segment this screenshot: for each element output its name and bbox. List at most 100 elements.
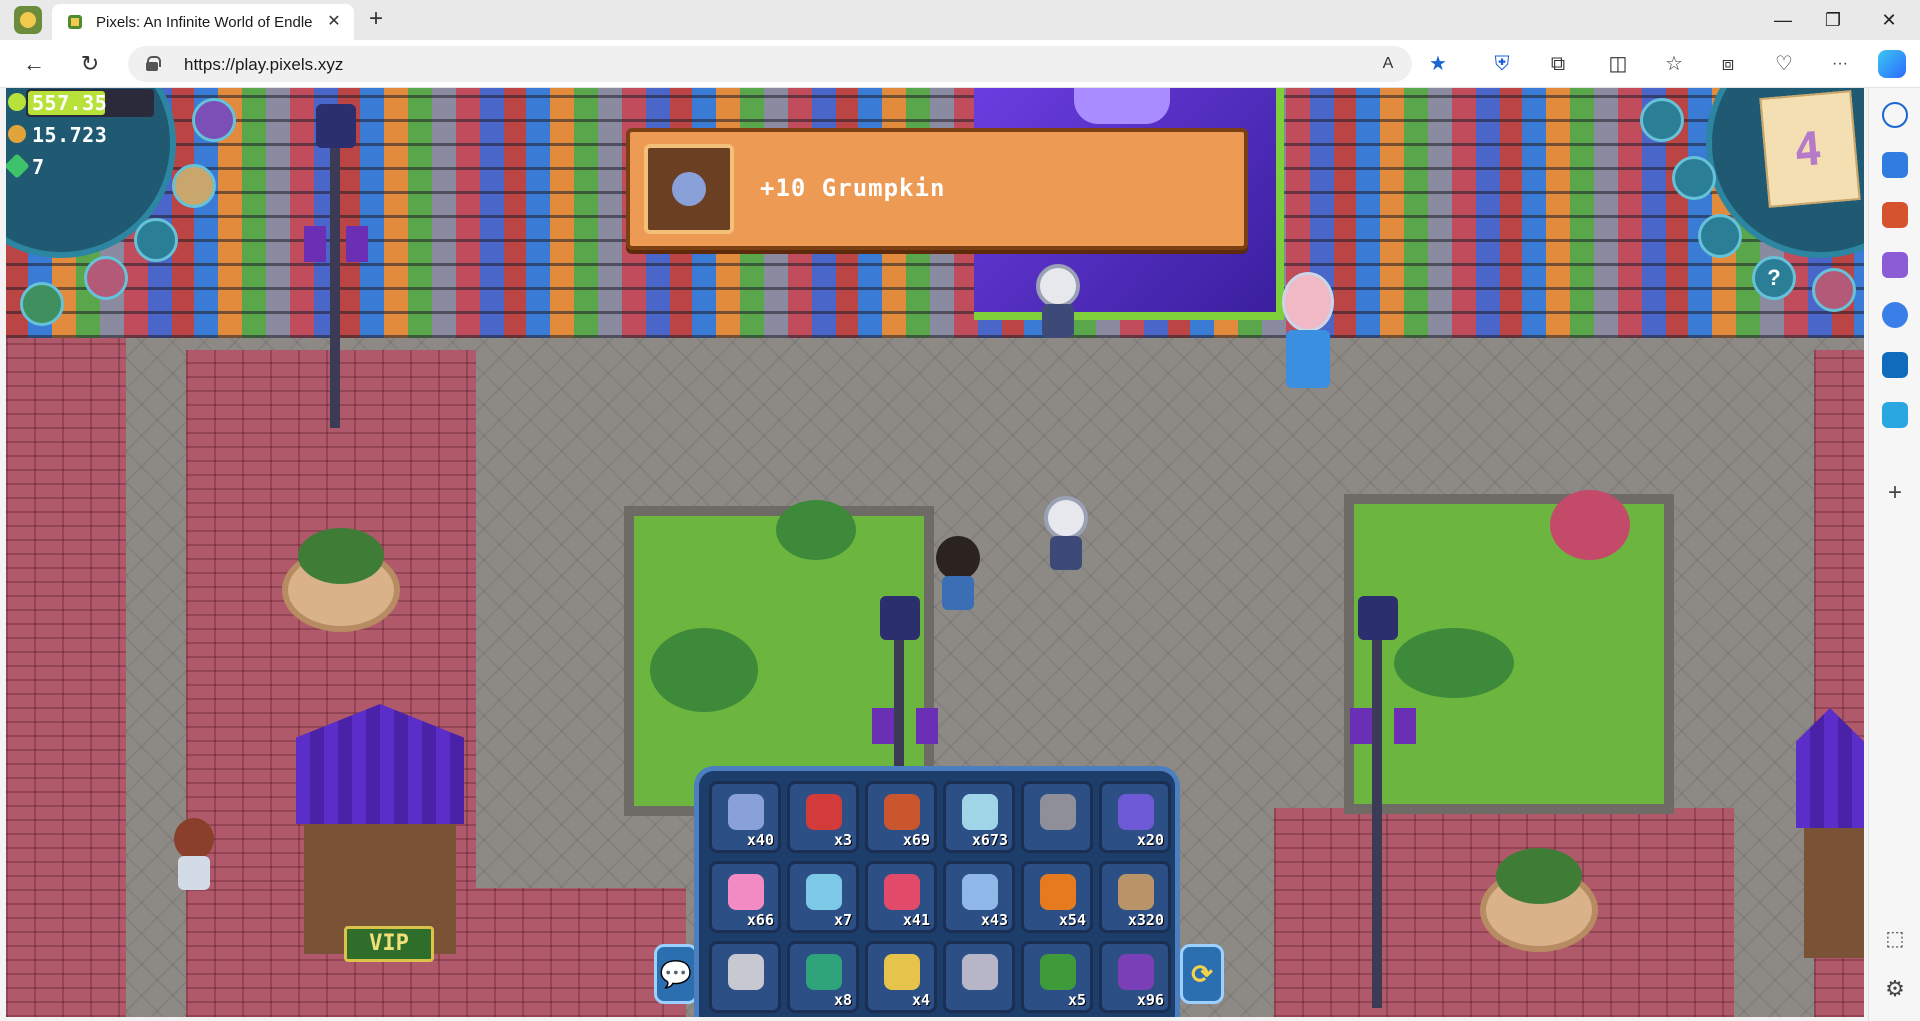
vip-sign[interactable]: VIP bbox=[344, 926, 434, 962]
read-aloud-icon[interactable]: A bbox=[1374, 50, 1402, 78]
pixels-favicon-icon bbox=[68, 15, 82, 29]
url-text[interactable]: https://play.pixels.xyz bbox=[184, 55, 343, 75]
outlook-icon[interactable] bbox=[1882, 352, 1908, 378]
more-icon[interactable]: ··· bbox=[1826, 50, 1854, 78]
item-count: x7 bbox=[833, 911, 852, 929]
energy-counter: 557.35 bbox=[6, 88, 156, 118]
send-icon[interactable] bbox=[1882, 402, 1908, 428]
flower-bush bbox=[1550, 490, 1630, 560]
inventory-slot-axe[interactable] bbox=[1021, 781, 1093, 853]
quest-board[interactable]: 4 bbox=[1759, 90, 1861, 208]
coin-icon bbox=[8, 125, 26, 143]
browser-essentials-icon[interactable]: ♡ bbox=[1770, 50, 1798, 78]
extensions-icon[interactable]: ⧉ bbox=[1544, 50, 1572, 78]
reward-text: +10 Grumpkin bbox=[760, 174, 946, 202]
inventory-slot-clover[interactable]: x5 bbox=[1021, 941, 1093, 1013]
game-canvas[interactable]: VIP 557.35 15.723 7 ? 4 +10 Grumpkin 💬 x… bbox=[6, 88, 1864, 1017]
star-button[interactable] bbox=[172, 164, 216, 208]
inventory-slot-cheese-sprout[interactable]: x4 bbox=[865, 941, 937, 1013]
banner bbox=[346, 226, 368, 262]
screenshot-icon[interactable]: ⬚ bbox=[1882, 926, 1908, 952]
settings-gear-button[interactable] bbox=[1672, 156, 1716, 200]
character-body bbox=[1050, 536, 1082, 570]
inventory-slot-blue-cotton-candy[interactable]: x7 bbox=[787, 861, 859, 933]
pet-paw-button[interactable] bbox=[84, 256, 128, 300]
new-tab-button[interactable]: + bbox=[362, 6, 390, 34]
browser-tab[interactable]: Pixels: An Infinite World of Endle ✕ bbox=[52, 4, 354, 40]
speedometer-button[interactable] bbox=[1640, 98, 1684, 142]
bush bbox=[1394, 628, 1514, 698]
map-pin-button[interactable] bbox=[20, 282, 64, 326]
settings-icon[interactable]: ⚙ bbox=[1882, 976, 1908, 1002]
inventory-slot-grumpkin[interactable]: x40 bbox=[709, 781, 781, 853]
microsoft-365-icon[interactable] bbox=[1882, 302, 1908, 328]
search-icon[interactable] bbox=[1882, 102, 1908, 128]
inventory-slot-watering-can[interactable] bbox=[943, 941, 1015, 1013]
inventory-slot-pink-cotton-candy[interactable]: x66 bbox=[709, 861, 781, 933]
games-icon[interactable] bbox=[1882, 252, 1908, 278]
close-window-button[interactable]: ✕ bbox=[1866, 4, 1912, 36]
reload-button[interactable]: ↻ bbox=[76, 50, 104, 78]
villager-npc[interactable] bbox=[168, 818, 220, 898]
pig-head bbox=[1282, 272, 1334, 332]
inventory-slot-heart-potion[interactable]: x41 bbox=[865, 861, 937, 933]
water-orb-icon bbox=[962, 794, 998, 830]
pig-npc[interactable] bbox=[1276, 272, 1340, 392]
pink-cotton-candy-icon bbox=[728, 874, 764, 910]
inventory-slot-pixel-crate[interactable]: x20 bbox=[1099, 781, 1171, 853]
split-screen-icon[interactable]: ◫ bbox=[1604, 50, 1632, 78]
blue-cotton-candy-icon bbox=[806, 874, 842, 910]
land-button[interactable] bbox=[192, 98, 236, 142]
vip-stall[interactable]: VIP bbox=[296, 704, 464, 962]
tools-icon[interactable] bbox=[1882, 202, 1908, 228]
tab-close-icon[interactable]: ✕ bbox=[324, 12, 344, 32]
character-body bbox=[178, 856, 210, 890]
stall-counter bbox=[1804, 828, 1864, 958]
inventory-slot-shears[interactable] bbox=[709, 941, 781, 1013]
astronaut-npc[interactable] bbox=[1038, 496, 1094, 576]
inventory-slot-seed-bag[interactable]: x320 bbox=[1099, 861, 1171, 933]
item-count: x20 bbox=[1136, 831, 1164, 849]
item-count: x5 bbox=[1067, 991, 1086, 1009]
help-button[interactable]: ? bbox=[1752, 256, 1796, 300]
swap-hotbar-button[interactable]: ⟳ bbox=[1180, 944, 1224, 1004]
url-field[interactable]: https://play.pixels.xyz bbox=[128, 46, 1412, 82]
lamp-head bbox=[880, 596, 920, 640]
minimize-button[interactable]: — bbox=[1760, 4, 1806, 36]
gem-counter: 7 bbox=[6, 152, 156, 182]
character-head bbox=[936, 536, 980, 580]
tab-title: Pixels: An Infinite World of Endle bbox=[96, 14, 313, 31]
heart-potion-icon bbox=[884, 874, 920, 910]
banner bbox=[872, 708, 894, 744]
shopping-icon[interactable] bbox=[1882, 152, 1908, 178]
inventory-slot-red-worm[interactable]: x3 bbox=[787, 781, 859, 853]
collections-icon[interactable]: ⧈ bbox=[1714, 50, 1742, 78]
mail-button[interactable] bbox=[1698, 214, 1742, 258]
astronaut-npc[interactable] bbox=[1030, 264, 1086, 344]
lock-icon[interactable] bbox=[146, 56, 161, 71]
inventory-slot-pumpkin[interactable]: x54 bbox=[1021, 861, 1093, 933]
stall-right[interactable] bbox=[1796, 708, 1864, 958]
back-button[interactable]: ← bbox=[20, 50, 48, 78]
inventory-slot-wheat[interactable]: x69 bbox=[865, 781, 937, 853]
inventory-slot-green-card[interactable]: x8 bbox=[787, 941, 859, 1013]
flower-planter bbox=[1480, 848, 1598, 952]
inventory-slot-blue-popberry[interactable]: x43 bbox=[943, 861, 1015, 933]
player-character[interactable] bbox=[930, 536, 986, 616]
app-icon[interactable] bbox=[14, 6, 42, 34]
seed-bag-icon bbox=[1118, 874, 1154, 910]
gem-icon bbox=[6, 153, 30, 179]
copilot-icon[interactable] bbox=[1878, 50, 1906, 78]
favorite-star-icon[interactable]: ★ bbox=[1424, 50, 1452, 78]
bitwarden-icon[interactable]: ⛨ bbox=[1488, 50, 1516, 78]
inventory-slot-water-orb[interactable]: x673 bbox=[943, 781, 1015, 853]
watering-can-icon bbox=[962, 954, 998, 990]
maximize-button[interactable]: ❐ bbox=[1810, 4, 1856, 36]
add-icon[interactable]: + bbox=[1882, 480, 1908, 506]
inventory-slot-pumpkin-seed-pack[interactable]: x96 bbox=[1099, 941, 1171, 1013]
logout-button[interactable] bbox=[1812, 268, 1856, 312]
address-bar: ← ↻ https://play.pixels.xyz A ★ ⛨ ⧉ ◫ ☆ … bbox=[0, 40, 1920, 88]
favorites-icon[interactable]: ☆ bbox=[1660, 50, 1688, 78]
chat-button[interactable]: 💬 bbox=[654, 944, 698, 1004]
avatar-button[interactable] bbox=[134, 218, 178, 262]
